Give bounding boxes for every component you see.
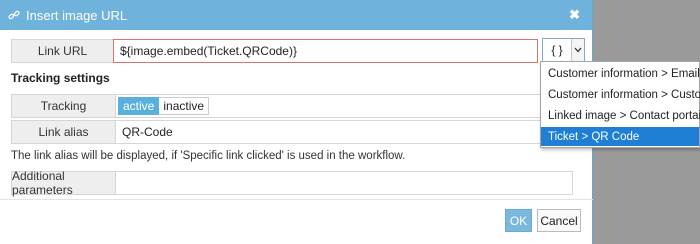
insert-image-url-dialog: Insert image URL ✖ Link URL ${image.embe… [0, 0, 593, 244]
additional-parameters-label: Additional parameters [11, 169, 115, 197]
menu-item-ticket-qr-code[interactable]: Ticket > QR Code [541, 127, 699, 146]
link-url-input[interactable]: ${image.embed(Ticket.QRCode)} [113, 39, 538, 63]
menu-item-customer-id[interactable]: Customer information > Customer Id [541, 85, 700, 104]
link-alias-note: The link alias will be displayed, if 'Sp… [11, 150, 406, 162]
ok-button[interactable]: OK [505, 209, 532, 232]
placeholder-picker-value: { } [551, 43, 563, 57]
dialog-titlebar: Insert image URL ✖ [0, 0, 592, 30]
menu-item-contact-portrait-url[interactable]: Linked image > Contact portait URL [541, 106, 700, 125]
placeholder-menu: Customer information > Email Customer in… [540, 61, 700, 148]
placeholder-picker[interactable]: { } [542, 38, 585, 62]
tracking-toggle: active inactive [115, 94, 573, 118]
footer-divider [0, 199, 593, 200]
chevron-down-icon[interactable] [571, 39, 584, 61]
link-alias-row: Link alias QR-Code [11, 120, 573, 144]
link-url-label: Link URL [11, 39, 113, 63]
cancel-button[interactable]: Cancel [537, 209, 581, 232]
tracking-settings-title: Tracking settings [11, 71, 110, 85]
tracking-row: Tracking active inactive [11, 94, 573, 118]
additional-parameters-row: Additional parameters [11, 169, 573, 197]
link-alias-label: Link alias [11, 120, 115, 144]
menu-item-customer-email[interactable]: Customer information > Email [541, 64, 700, 83]
tracking-label: Tracking [11, 94, 115, 118]
close-icon[interactable]: ✖ [569, 7, 580, 23]
link-icon [8, 9, 20, 21]
tracking-inactive-option[interactable]: inactive [159, 97, 210, 115]
tracking-active-option[interactable]: active [118, 97, 160, 115]
dialog-title: Insert image URL [26, 7, 128, 23]
link-alias-input[interactable]: QR-Code [115, 120, 573, 144]
additional-parameters-input[interactable] [115, 171, 573, 195]
link-url-row: Link URL ${image.embed(Ticket.QRCode)} [11, 39, 538, 63]
